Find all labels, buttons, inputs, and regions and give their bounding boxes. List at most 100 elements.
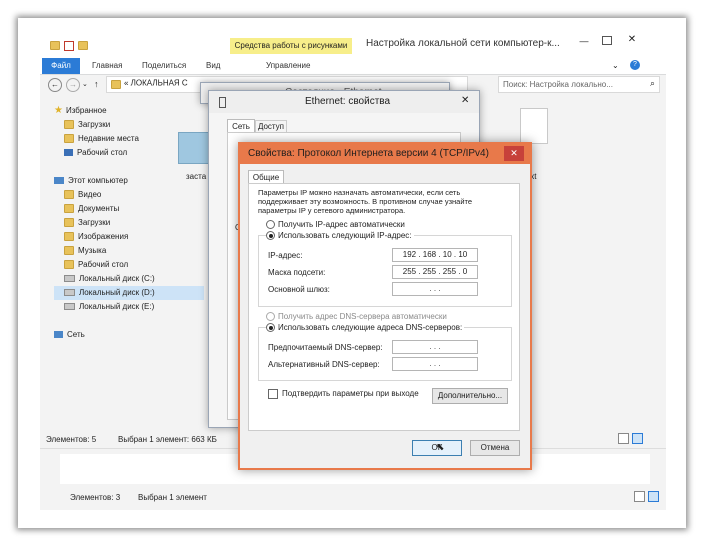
- text-file-thumbnail[interactable]: [520, 108, 548, 144]
- nav-music[interactable]: Музыка: [54, 244, 204, 258]
- status2-details-icon[interactable]: [634, 491, 645, 502]
- star-icon: ★: [54, 105, 63, 116]
- desktop-icon: [64, 149, 73, 157]
- status2-selected: Выбран 1 элемент: [138, 493, 207, 502]
- red-check-icon[interactable]: [64, 40, 74, 51]
- folder-icon: [50, 41, 60, 51]
- cancel-button[interactable]: Отмена: [470, 440, 520, 456]
- video-folder-icon: [64, 190, 74, 200]
- explorer-titlebar: [40, 30, 666, 58]
- ipv4-window-title: Свойства: Протокол Интернета версии 4 (T…: [248, 148, 489, 159]
- nav-downloads-2[interactable]: Загрузки: [54, 216, 204, 230]
- subnet-mask-label: Маска подсети:: [268, 268, 326, 277]
- manual-ip-radio[interactable]: [266, 231, 275, 241]
- nav-video[interactable]: Видео: [54, 188, 204, 202]
- validate-option[interactable]: Подтвердить параметры при выходе: [268, 389, 419, 399]
- nav-disk-d[interactable]: Локальный диск (D:): [54, 286, 204, 300]
- auto-dns-option[interactable]: Получить адрес DNS-сервера автоматически: [266, 312, 447, 322]
- nav-downloads[interactable]: Загрузки: [54, 118, 204, 132]
- manual-dns-radio[interactable]: [266, 323, 275, 333]
- search-placeholder: Поиск: Настройка локально...: [503, 80, 613, 89]
- nav-network[interactable]: Сеть: [54, 328, 204, 342]
- ethernet-window-title: Ethernet: свойства: [305, 96, 391, 107]
- manual-dns-option[interactable]: Использовать следующие адреса DNS-сервер…: [266, 323, 465, 333]
- preferred-dns-field[interactable]: . . .: [392, 340, 478, 354]
- nav-desktop-2[interactable]: Рабочий стол: [54, 258, 204, 272]
- computer-icon: [54, 177, 64, 185]
- ribbon-expand-icon[interactable]: ⌄: [612, 61, 619, 70]
- drive-d-icon: [64, 289, 75, 297]
- ribbon-bar: [40, 58, 666, 75]
- status-items-count: Элементов: 5: [46, 435, 97, 444]
- nav-this-pc[interactable]: Этот компьютер: [54, 174, 204, 188]
- explorer-window-title: Настройка локальной сети компьютер-к...: [366, 38, 560, 49]
- preferred-dns-label: Предпочитаемый DNS-сервер:: [268, 343, 383, 352]
- ipv4-close-button[interactable]: ✕: [504, 146, 524, 161]
- contextual-tab-label: Средства работы с рисунками: [230, 38, 352, 54]
- maximize-button[interactable]: [602, 36, 612, 45]
- address-folder-icon: [111, 80, 121, 89]
- tab-home[interactable]: Главная: [92, 58, 122, 74]
- forward-button[interactable]: →: [66, 78, 80, 92]
- gateway-field[interactable]: . . .: [392, 282, 478, 296]
- alternate-dns-field[interactable]: . . .: [392, 357, 478, 371]
- search-icon[interactable]: ⌕: [650, 78, 655, 89]
- recent-dropdown-icon[interactable]: ⌄: [82, 80, 88, 88]
- validate-checkbox[interactable]: [268, 389, 278, 399]
- tab-general[interactable]: Общие: [248, 170, 284, 184]
- close-button[interactable]: ✕: [626, 34, 638, 46]
- drive-c-icon: [64, 275, 75, 283]
- status2-items-count: Элементов: 3: [70, 493, 121, 502]
- advanced-button[interactable]: Дополнительно...: [432, 388, 508, 404]
- dns-group: [258, 327, 512, 381]
- auto-ip-radio[interactable]: [266, 220, 275, 230]
- ethernet-close-button[interactable]: ✕: [461, 95, 469, 106]
- ip-address-field[interactable]: 192 . 168 . 10 . 10: [392, 248, 478, 262]
- desktop2-folder-icon: [64, 260, 74, 270]
- view-large-icon[interactable]: [632, 433, 643, 444]
- network-icon: [54, 331, 63, 339]
- tab-view[interactable]: Вид: [206, 58, 220, 74]
- screenshot: Средства работы с рисунками Настройка ло…: [40, 30, 666, 510]
- nav-disk-c[interactable]: Локальный диск (C:): [54, 272, 204, 286]
- nav-documents[interactable]: Документы: [54, 202, 204, 216]
- tab-file[interactable]: Файл: [42, 58, 80, 74]
- tab-network[interactable]: Сеть: [227, 119, 255, 133]
- ip-address-label: IP-адрес:: [268, 251, 303, 260]
- search-box[interactable]: Поиск: Настройка локально... ⌕: [498, 76, 660, 93]
- address-path: « ЛОКАЛЬНАЯ С: [124, 78, 188, 88]
- auto-dns-radio[interactable]: [266, 312, 275, 322]
- documents-folder-icon: [64, 204, 74, 214]
- image-thumbnail[interactable]: [178, 132, 212, 164]
- manual-ip-option[interactable]: Использовать следующий IP-адрес:: [266, 231, 414, 241]
- qat-icons: [50, 40, 92, 51]
- music-folder-icon: [64, 246, 74, 256]
- tab-manage[interactable]: Управление: [266, 58, 310, 74]
- view-details-icon[interactable]: [618, 433, 629, 444]
- ipv4-dialog: Свойства: Протокол Интернета версии 4 (T…: [238, 142, 532, 470]
- recent-folder-icon: [64, 134, 74, 144]
- alternate-dns-label: Альтернативный DNS-сервер:: [268, 360, 380, 369]
- network-adapter-icon: [219, 97, 226, 108]
- new-folder-icon[interactable]: [78, 41, 88, 51]
- downloads2-folder-icon: [64, 218, 74, 228]
- nav-images[interactable]: Изображения: [54, 230, 204, 244]
- status2-large-icon[interactable]: [648, 491, 659, 502]
- subnet-mask-field[interactable]: 255 . 255 . 255 . 0: [392, 265, 478, 279]
- nav-favorites[interactable]: ★ Избранное: [54, 104, 204, 118]
- drive-e-icon: [64, 303, 75, 311]
- minimize-button[interactable]: —: [578, 36, 590, 46]
- help-icon[interactable]: ?: [630, 60, 640, 70]
- downloads-folder-icon: [64, 120, 74, 130]
- up-button[interactable]: ↑: [94, 79, 99, 89]
- file-label-left: заста: [186, 172, 207, 181]
- auto-ip-option[interactable]: Получить IP-адрес автоматически: [266, 220, 405, 230]
- mouse-cursor-icon: ⬉: [436, 442, 445, 453]
- description-text: Параметры IP можно назначать автоматичес…: [258, 188, 473, 215]
- nav-disk-e[interactable]: Локальный диск (E:): [54, 300, 204, 314]
- back-button[interactable]: ←: [48, 78, 62, 92]
- gateway-label: Основной шлюз:: [268, 285, 330, 294]
- images-folder-icon: [64, 232, 74, 242]
- tab-share[interactable]: Поделиться: [142, 58, 186, 74]
- status-selected: Выбран 1 элемент: 663 КБ: [118, 435, 217, 444]
